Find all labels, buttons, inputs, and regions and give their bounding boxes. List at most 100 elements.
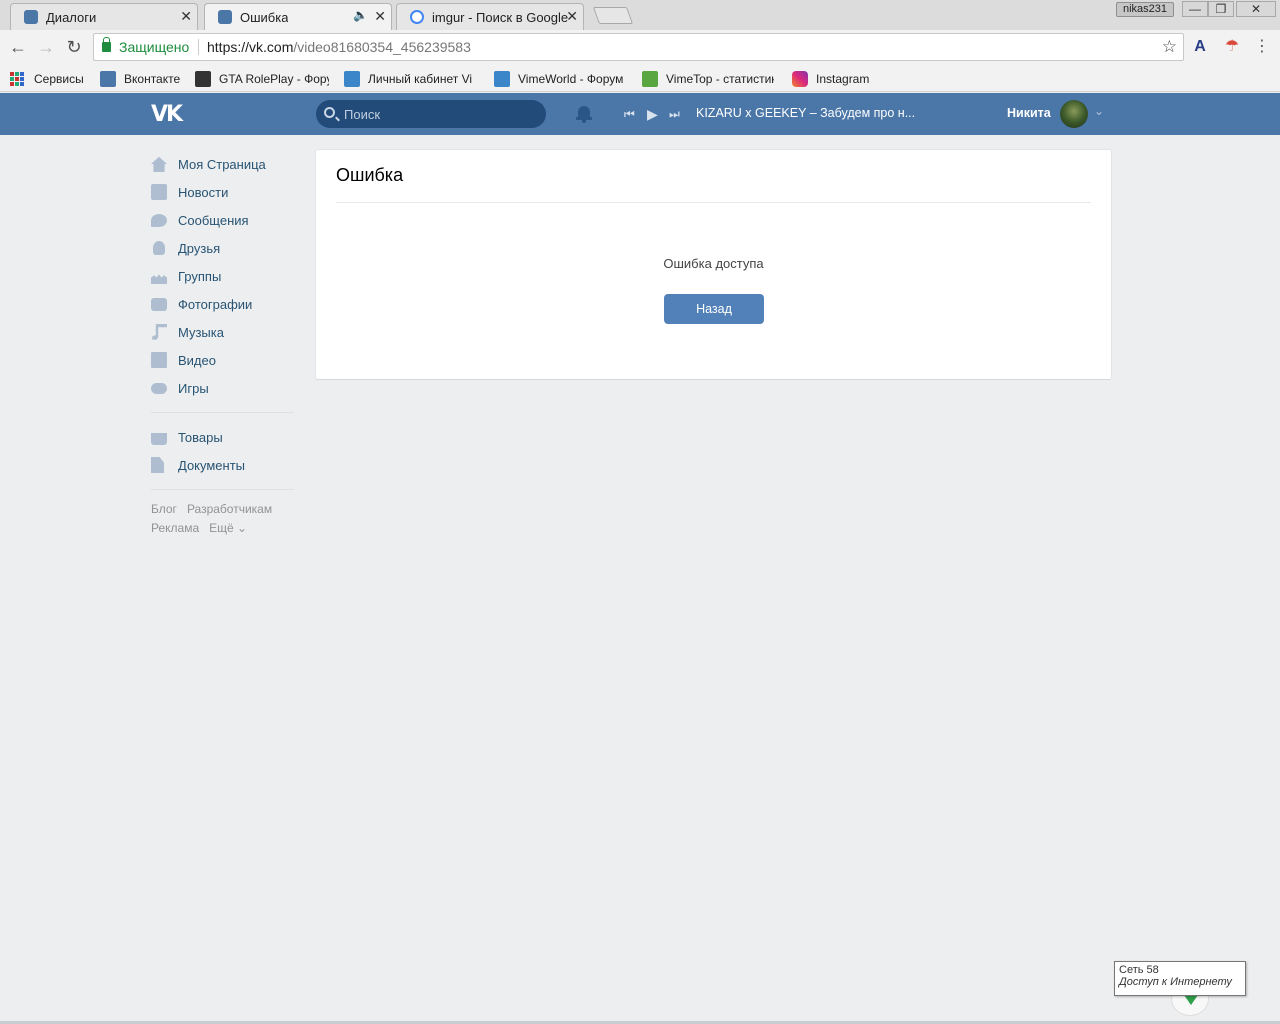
vk-video-favicon-icon [218, 10, 232, 24]
error-card: Ошибка Ошибка доступа Назад [316, 150, 1111, 379]
tab-error[interactable]: Ошибка 🔈 ✕ [198, 3, 398, 30]
close-tab-icon[interactable]: ✕ [566, 8, 578, 25]
extension-translator-icon[interactable]: A [1190, 37, 1210, 57]
sidebar-item-label: Новости [178, 184, 229, 200]
notifications-bell-icon[interactable] [575, 105, 593, 123]
back-button-vk[interactable]: Назад [664, 294, 764, 324]
title-divider [336, 202, 1091, 203]
secure-label[interactable]: Защищено [119, 39, 189, 55]
forward-button[interactable]: → [34, 36, 58, 60]
camera-icon [151, 297, 167, 311]
bookmark-star-icon[interactable]: ☆ [1162, 37, 1177, 57]
bookmark-label: Личный кабинет Vi [368, 71, 473, 86]
bookmark-label: GTA RolePlay - Фору [219, 71, 329, 86]
avatar[interactable] [1060, 100, 1088, 128]
bookmark-vime-cabinet[interactable]: Личный кабинет Vi [344, 70, 472, 87]
bookmark-services[interactable]: Сервисы [10, 70, 84, 87]
player-track-title[interactable]: KIZARU x GEEKEY – Забудем про н... [696, 106, 915, 120]
player-play-icon[interactable]: ▶ [647, 106, 658, 122]
sidebar-item-friends[interactable]: Друзья [151, 234, 301, 262]
player-prev-icon[interactable]: ⏮ [624, 106, 635, 122]
vk-search-box[interactable] [316, 100, 546, 128]
instagram-bookmark-icon [792, 70, 808, 87]
friend-icon [153, 241, 165, 255]
sidebar-item-label: Сообщения [178, 212, 249, 228]
sidebar-item-label: Видео [178, 352, 216, 368]
sidebar-item-label: Друзья [178, 240, 221, 256]
omnibox-separator [198, 39, 199, 55]
sidebar-item-video[interactable]: Видео [151, 346, 301, 374]
vime-bookmark-icon [344, 70, 360, 87]
reload-button[interactable]: ↻ [62, 36, 86, 60]
tooltip-network-name: Сеть 58 [1119, 964, 1159, 976]
bookmark-vkontakte[interactable]: Вконтакте [100, 70, 180, 87]
vk-logo-icon[interactable]: VK [151, 102, 185, 127]
chevron-down-icon[interactable]: ⌄ [1094, 104, 1104, 118]
apps-grid-icon [10, 71, 24, 86]
sidebar-item-messages[interactable]: Сообщения [151, 206, 301, 234]
bookmark-instagram[interactable]: Instagram [792, 70, 869, 87]
groups-icon [151, 274, 167, 284]
bookmark-label: VimeWorld - Форум [518, 71, 624, 86]
shopping-bag-icon [151, 433, 167, 445]
close-tab-icon[interactable]: ✕ [180, 8, 192, 25]
sidebar-item-documents[interactable]: Документы [151, 451, 301, 479]
sidebar-item-market[interactable]: Товары [151, 423, 301, 451]
vk-messages-favicon-icon [24, 10, 38, 24]
browser-tab-strip: Диалоги ✕ Ошибка 🔈 ✕ imgur - Поиск в Goo… [0, 0, 1280, 30]
footer-link-developers[interactable]: Разработчикам [187, 502, 272, 516]
address-bar[interactable]: Защищено https://vk.com/video81680354_45… [93, 33, 1184, 61]
player-next-icon[interactable]: ⏭ [669, 106, 680, 122]
sidebar-item-my-page[interactable]: Моя Страница [151, 150, 301, 178]
new-tab-button[interactable] [592, 7, 634, 24]
vime-bookmark-icon [494, 70, 510, 87]
google-favicon-icon [410, 10, 424, 24]
close-window-button[interactable]: ✕ [1236, 1, 1276, 17]
tooltip-network-status: Доступ к Интернету [1119, 976, 1232, 988]
error-message: Ошибка доступа [663, 256, 764, 271]
footer-link-ads[interactable]: Реклама [151, 521, 199, 535]
url-path: /video81680354_456239583 [293, 39, 471, 55]
bookmark-label: VimeTop - статистик [666, 71, 774, 86]
search-input[interactable] [344, 105, 534, 123]
vk-side-menu: Моя Страница Новости Сообщения Друзья Гр… [151, 150, 301, 538]
footer-link-more[interactable]: Ещё ⌄ [209, 521, 247, 535]
bookmark-vimetop[interactable]: VimeTop - статистик [642, 70, 774, 87]
tab-dialogs[interactable]: Диалоги ✕ [4, 3, 204, 30]
speaker-icon[interactable]: 🔈 [353, 8, 368, 22]
bookmark-label: Вконтакте [124, 71, 181, 86]
url-host: https://vk.com [207, 39, 294, 55]
user-name[interactable]: Никита [1007, 106, 1051, 120]
sidebar-item-games[interactable]: Игры [151, 374, 301, 402]
footer-link-blog[interactable]: Блог [151, 502, 177, 516]
search-icon [324, 107, 335, 118]
lock-icon[interactable] [102, 37, 111, 52]
tab-imgur-google[interactable]: imgur - Поиск в Google ✕ [390, 3, 590, 30]
gta-bookmark-icon [195, 70, 211, 87]
tab-title: Ошибка [240, 10, 289, 25]
page-title: Ошибка [336, 165, 404, 185]
sidebar-item-label: Документы [178, 457, 246, 473]
sidebar-item-news[interactable]: Новости [151, 178, 301, 206]
window-profile-name[interactable]: nikas231 [1116, 2, 1175, 17]
back-button[interactable]: ← [6, 36, 30, 60]
tab-title: Диалоги [46, 10, 97, 25]
browser-menu-icon[interactable]: ⋮ [1252, 37, 1272, 57]
restore-button[interactable]: ❐ [1208, 1, 1234, 17]
close-tab-icon[interactable]: ✕ [374, 8, 386, 25]
url-text[interactable]: https://vk.com/video81680354_456239583 [207, 39, 471, 55]
sidebar-footer-links: Блог Разработчикам Реклама Ещё ⌄ [151, 500, 301, 538]
sidebar-item-label: Фотографии [178, 296, 253, 312]
gamepad-icon [151, 382, 167, 394]
music-note-icon [151, 324, 167, 340]
sidebar-item-groups[interactable]: Группы [151, 262, 301, 290]
bookmark-vimeworld-forum[interactable]: VimeWorld - Форум [494, 70, 623, 87]
sidebar-divider [151, 489, 294, 490]
minimize-button[interactable]: — [1182, 1, 1208, 17]
bookmark-gta-roleplay[interactable]: GTA RolePlay - Фору [195, 70, 329, 87]
vimetop-bookmark-icon [642, 70, 658, 87]
bookmark-label: Instagram [816, 71, 870, 86]
sidebar-item-music[interactable]: Музыка [151, 318, 301, 346]
sidebar-item-photos[interactable]: Фотографии [151, 290, 301, 318]
extension-umbrella-icon[interactable]: ☂ [1222, 37, 1242, 57]
